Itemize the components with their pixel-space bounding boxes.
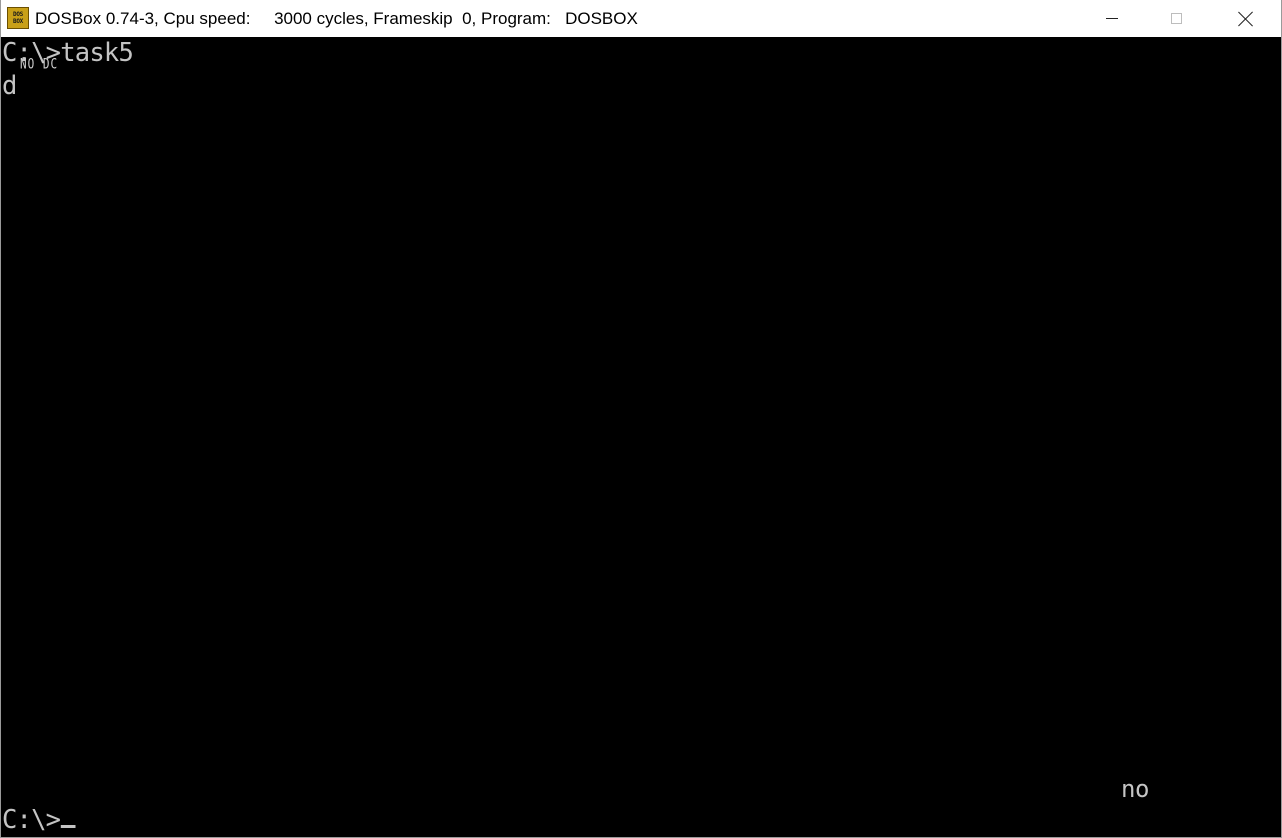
- close-icon: [1238, 11, 1254, 27]
- title-bar[interactable]: DOS BOX DOSBox 0.74-3, Cpu speed: 3000 c…: [1, 0, 1281, 38]
- dos-console[interactable]: C:\>task5 NO DC d no C:\>: [1, 37, 1281, 837]
- dosbox-window: DOS BOX DOSBox 0.74-3, Cpu speed: 3000 c…: [0, 0, 1282, 838]
- program-output-small: NO DC: [20, 55, 59, 72]
- text-cursor: [61, 825, 76, 828]
- close-button[interactable]: [1223, 0, 1269, 37]
- program-output-d: d: [2, 71, 17, 101]
- minimize-icon: [1106, 18, 1118, 19]
- app-icon-text-top: DOS: [13, 11, 23, 18]
- dosbox-app-icon[interactable]: DOS BOX: [7, 7, 29, 29]
- maximize-icon: [1170, 13, 1182, 24]
- window-title: DOSBox 0.74-3, Cpu speed: 3000 cycles, F…: [35, 9, 638, 28]
- command-prompt[interactable]: C:\>: [2, 806, 76, 834]
- prompt-text: C:\>: [2, 805, 61, 835]
- app-icon-text-bottom: BOX: [13, 18, 23, 25]
- program-output-no: no: [1121, 775, 1149, 803]
- minimize-button[interactable]: [1089, 0, 1135, 37]
- maximize-button[interactable]: [1153, 0, 1199, 37]
